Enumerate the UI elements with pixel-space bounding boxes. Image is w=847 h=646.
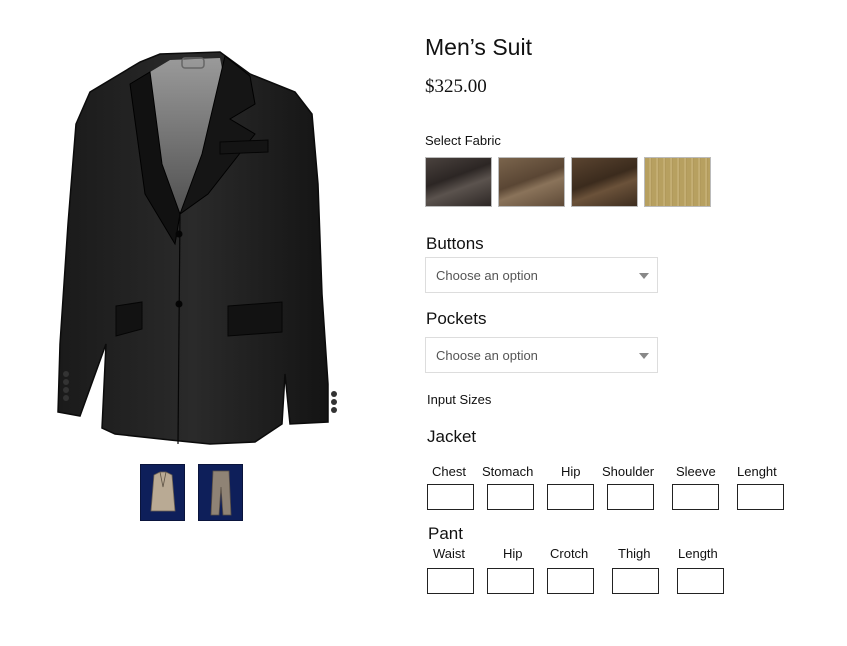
jacket-length-label: Lenght — [737, 464, 777, 479]
pockets-label: Pockets — [426, 309, 487, 328]
buttons-select-value: Choose an option — [436, 267, 538, 283]
pant-sizes-row: Waist Hip Crotch Thigh Length — [425, 546, 805, 606]
jacket-shoulder-label: Shoulder — [602, 464, 655, 479]
fabric-swatch-dark-grey[interactable] — [425, 157, 492, 207]
pant-thigh-label: Thigh — [618, 546, 651, 561]
product-price: $325.00 — [425, 76, 487, 97]
pant-thigh-input[interactable] — [612, 568, 659, 594]
thumbnail-strip — [140, 464, 243, 521]
fabric-swatch-dark-brown[interactable] — [571, 157, 638, 207]
jacket-shoulder-input[interactable] — [607, 484, 654, 510]
jacket-sleeve-input[interactable] — [672, 484, 719, 510]
pockets-select[interactable]: Choose an option — [425, 337, 658, 373]
product-title: Men’s Suit — [425, 34, 532, 60]
suit-jacket-image — [57, 51, 337, 445]
chevron-down-icon — [639, 353, 649, 359]
pant-hip-input[interactable] — [487, 568, 534, 594]
jacket-hip-label: Hip — [561, 464, 581, 479]
jacket-length-input[interactable] — [737, 484, 784, 510]
pant-crotch-label: Crotch — [550, 546, 589, 561]
pants-thumbnail-image — [210, 470, 231, 515]
pant-crotch-input[interactable] — [547, 568, 594, 594]
pants-thumbnail[interactable] — [198, 464, 243, 521]
pant-waist-input[interactable] — [427, 568, 474, 594]
jacket-sizes-row: Chest Stomach Hip Shoulder Sleeve Lenght — [425, 464, 805, 524]
jacket-hip-input[interactable] — [547, 484, 594, 510]
buttons-label: Buttons — [426, 234, 484, 253]
pant-hip-label: Hip — [503, 546, 523, 561]
fabric-swatches — [425, 157, 711, 207]
jacket-sleeve-label: Sleeve — [676, 464, 716, 479]
product-details: Men’s Suit $325.00 Select Fabric Buttons… — [425, 0, 825, 646]
jacket-label: Jacket — [427, 427, 477, 446]
input-sizes-label: Input Sizes — [427, 392, 492, 407]
fabric-swatch-tan-pinstripe[interactable] — [644, 157, 711, 207]
jacket-stomach-input[interactable] — [487, 484, 534, 510]
pant-length-input[interactable] — [677, 568, 724, 594]
chevron-down-icon — [639, 273, 649, 279]
buttons-select[interactable]: Choose an option — [425, 257, 658, 293]
jacket-thumbnail-image — [150, 471, 175, 511]
jacket-stomach-label: Stomach — [482, 464, 534, 479]
jacket-chest-label: Chest — [432, 464, 466, 479]
pockets-select-value: Choose an option — [436, 347, 538, 363]
jacket-thumbnail[interactable] — [140, 464, 185, 521]
jacket-chest-input[interactable] — [427, 484, 474, 510]
pant-label: Pant — [428, 524, 463, 543]
pant-waist-label: Waist — [433, 546, 466, 561]
pant-length-label: Length — [678, 546, 718, 561]
fabric-swatch-brown[interactable] — [498, 157, 565, 207]
fabric-label: Select Fabric — [425, 133, 501, 148]
